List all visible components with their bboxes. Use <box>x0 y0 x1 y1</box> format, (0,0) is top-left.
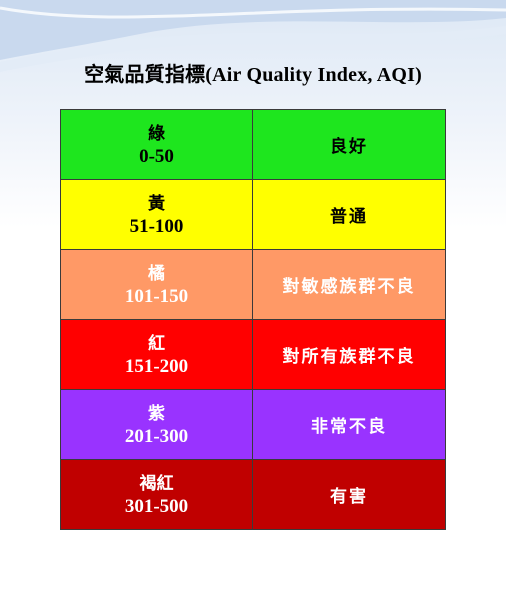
level-range: 101-150 <box>124 285 189 307</box>
level-name: 橘 <box>148 263 165 284</box>
level-name: 褐紅 <box>139 473 174 494</box>
description-cell: 對所有族群不良 <box>252 319 446 390</box>
table-row: 黃 51-100 普通 <box>60 179 446 250</box>
table-row: 紅 151-200 對所有族群不良 <box>60 319 446 390</box>
level-cell: 紫 201-300 <box>60 389 253 460</box>
level-description: 良好 <box>330 137 368 157</box>
level-name: 紅 <box>148 333 165 354</box>
page-title: 空氣品質指標(Air Quality Index, AQI) <box>84 64 422 86</box>
level-range: 151-200 <box>124 355 189 377</box>
level-name: 黃 <box>148 193 165 214</box>
level-description: 非常不良 <box>311 417 387 437</box>
description-cell: 有害 <box>252 459 446 530</box>
level-description: 對所有族群不良 <box>282 347 416 367</box>
level-range: 201-300 <box>124 425 189 447</box>
level-cell: 紅 151-200 <box>60 319 253 390</box>
level-cell: 橘 101-150 <box>60 249 253 320</box>
description-cell: 普通 <box>252 179 446 250</box>
aqi-table: 綠 0-50 良好 黃 51-100 普通 橘 101-150 對敏感族群不良 <box>60 109 446 530</box>
level-description: 有害 <box>330 487 368 507</box>
level-description: 普通 <box>330 207 368 227</box>
description-cell: 良好 <box>252 109 446 180</box>
level-name: 綠 <box>148 123 165 144</box>
table-row: 綠 0-50 良好 <box>60 109 446 180</box>
level-description: 對敏感族群不良 <box>282 277 416 297</box>
level-cell: 綠 0-50 <box>60 109 253 180</box>
table-row: 橘 101-150 對敏感族群不良 <box>60 249 446 320</box>
table-row: 紫 201-300 非常不良 <box>60 389 446 460</box>
description-cell: 非常不良 <box>252 389 446 460</box>
level-range: 51-100 <box>129 215 184 237</box>
level-range: 301-500 <box>124 495 189 517</box>
table-row: 褐紅 301-500 有害 <box>60 459 446 530</box>
level-range: 0-50 <box>139 145 174 167</box>
level-name: 紫 <box>148 403 165 424</box>
description-cell: 對敏感族群不良 <box>252 249 446 320</box>
level-cell: 黃 51-100 <box>60 179 253 250</box>
level-cell: 褐紅 301-500 <box>60 459 253 530</box>
